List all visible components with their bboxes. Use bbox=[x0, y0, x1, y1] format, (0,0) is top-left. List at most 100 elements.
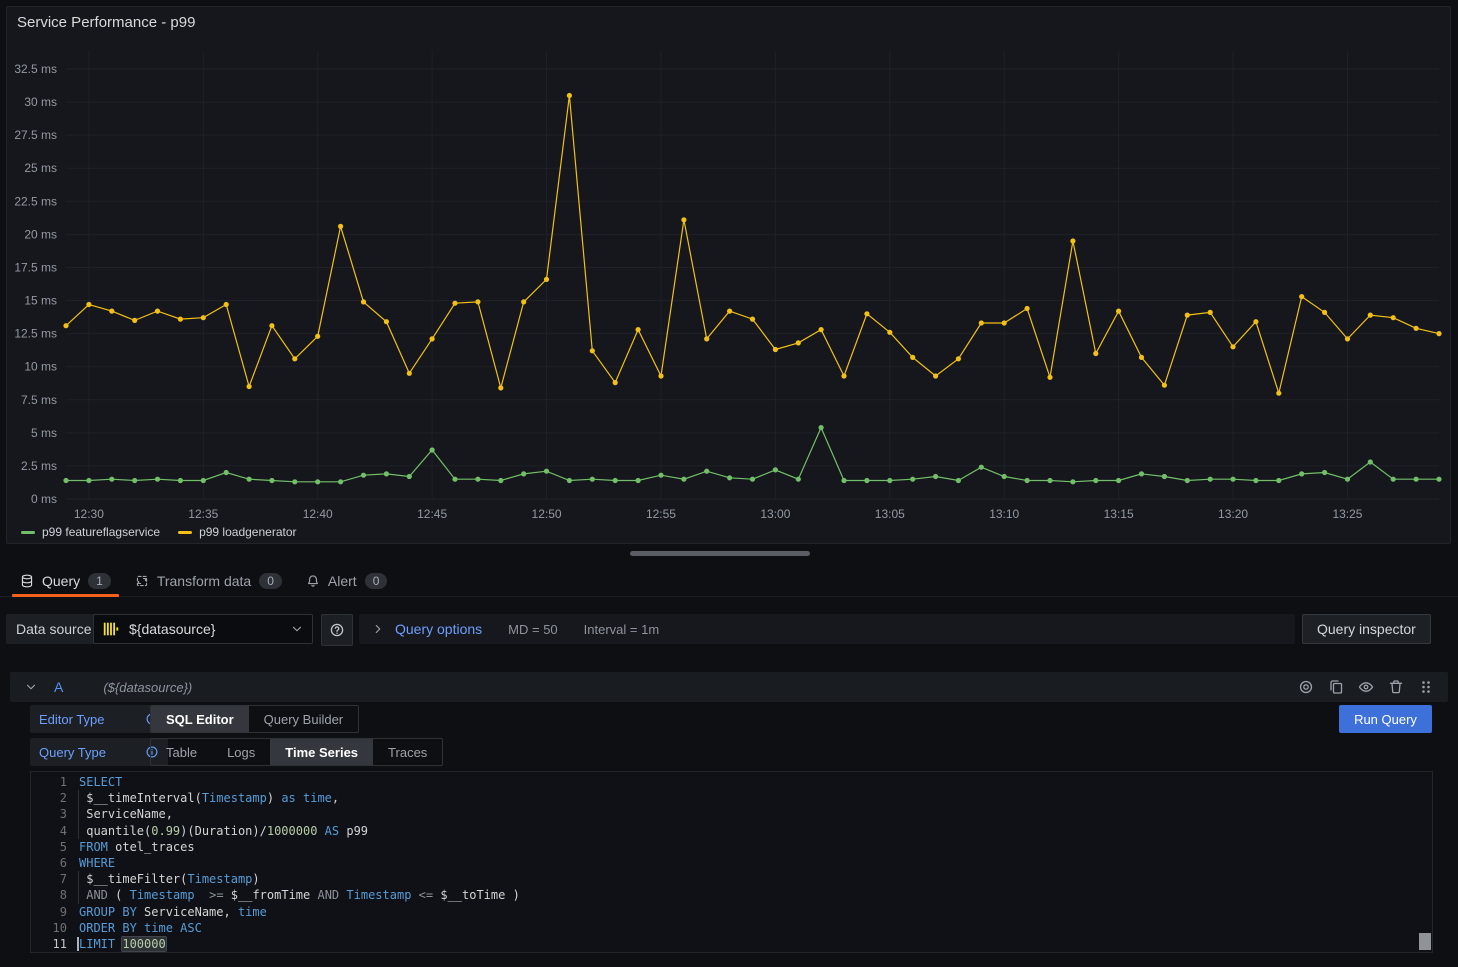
tab-alert[interactable]: Alert 0 bbox=[294, 566, 399, 596]
tab-transform-data[interactable]: Transform data0 bbox=[123, 566, 294, 596]
svg-text:13:10: 13:10 bbox=[989, 507, 1019, 521]
tab-query[interactable]: Query 1 bbox=[8, 566, 123, 596]
code-line-1[interactable]: 1SELECT bbox=[31, 774, 1432, 790]
query-options-header[interactable]: Query options MD = 50 Interval = 1m bbox=[359, 614, 1295, 644]
svg-text:13:25: 13:25 bbox=[1332, 507, 1362, 521]
query-options-link[interactable]: Query options bbox=[395, 621, 482, 637]
editor-type-label: Editor Type bbox=[39, 712, 105, 727]
code-line-7[interactable]: 7 $__timeFilter(Timestamp) bbox=[31, 871, 1432, 887]
tab-label: Alert bbox=[328, 573, 357, 589]
collapse-chevron-icon[interactable] bbox=[24, 680, 38, 694]
svg-text:12:55: 12:55 bbox=[646, 507, 676, 521]
chart-panel: Service Performance - p99 0 ms2.5 ms5 ms… bbox=[6, 6, 1451, 544]
query-options-interval: Interval = 1m bbox=[584, 622, 660, 637]
legend-series-name: p99 loadgenerator bbox=[199, 525, 296, 539]
line-number: 3 bbox=[31, 806, 67, 822]
panel-title[interactable]: Service Performance - p99 bbox=[17, 14, 195, 31]
datasource-help-button[interactable] bbox=[321, 614, 353, 646]
svg-text:27.5 ms: 27.5 ms bbox=[14, 128, 57, 142]
code-line-content: $__timeFilter(Timestamp) bbox=[79, 871, 260, 887]
line-number: 1 bbox=[31, 774, 67, 790]
line-number: 7 bbox=[31, 871, 67, 887]
active-tab-underline bbox=[12, 594, 119, 597]
code-line-2[interactable]: 2 $__timeInterval(Timestamp) as time, bbox=[31, 790, 1432, 806]
tab-count-badge: 1 bbox=[88, 573, 111, 589]
legend-item[interactable]: p99 loadgenerator bbox=[178, 525, 296, 539]
code-line-10[interactable]: 10 ORDER BY time ASC bbox=[31, 920, 1432, 936]
svg-text:20 ms: 20 ms bbox=[24, 227, 57, 241]
legend-series-color bbox=[21, 531, 35, 534]
record-icon[interactable] bbox=[1298, 679, 1314, 695]
line-number: 10 bbox=[31, 920, 67, 936]
code-line-11[interactable]: 11LIMIT 100000 bbox=[31, 936, 1432, 952]
data-source-value: ${datasource} bbox=[129, 621, 290, 637]
line-number: 8 bbox=[31, 887, 67, 903]
svg-text:2.5 ms: 2.5 ms bbox=[21, 459, 57, 473]
run-query-button[interactable]: Run Query bbox=[1339, 705, 1432, 733]
editor-type-query-builder[interactable]: Query Builder bbox=[249, 706, 358, 732]
svg-text:12:35: 12:35 bbox=[188, 507, 218, 521]
svg-text:12:40: 12:40 bbox=[303, 507, 333, 521]
line-number: 2 bbox=[31, 790, 67, 806]
query-datasource-hint: (${datasource}) bbox=[103, 680, 192, 695]
code-line-9[interactable]: 9 GROUP BY ServiceName, time bbox=[31, 904, 1432, 920]
code-line-content: WHERE bbox=[79, 855, 115, 871]
editor-scrollbar-thumb[interactable] bbox=[1419, 933, 1431, 950]
horizontal-scrollbar-thumb[interactable] bbox=[630, 551, 810, 556]
code-line-content: $__timeInterval(Timestamp) as time, bbox=[79, 790, 339, 806]
query-type-field: Query Type bbox=[30, 738, 168, 766]
code-line-content: FROM otel_traces bbox=[79, 839, 195, 855]
eye-icon[interactable] bbox=[1358, 679, 1374, 695]
query-ref-id: A bbox=[54, 679, 63, 695]
svg-text:15 ms: 15 ms bbox=[24, 294, 57, 308]
code-line-content: ServiceName, bbox=[79, 806, 173, 822]
query-type-time-series[interactable]: Time Series bbox=[270, 739, 373, 765]
svg-text:13:20: 13:20 bbox=[1218, 507, 1248, 521]
tab-count-badge: 0 bbox=[365, 573, 388, 589]
code-line-8[interactable]: 8 AND ( Timestamp >= $__fromTime AND Tim… bbox=[31, 887, 1432, 903]
copy-icon[interactable] bbox=[1328, 679, 1344, 695]
code-line-content: quantile(0.99)(Duration)/1000000 AS p99 bbox=[79, 823, 368, 839]
panel-editor-tabs: Query 1 Transform data0 Alert 0 bbox=[0, 566, 1458, 597]
svg-text:12.5 ms: 12.5 ms bbox=[14, 327, 57, 341]
svg-text:12:30: 12:30 bbox=[74, 507, 104, 521]
text-cursor bbox=[77, 937, 79, 951]
code-line-6[interactable]: 6 WHERE bbox=[31, 855, 1432, 871]
code-line-content: ORDER BY time ASC bbox=[79, 920, 202, 936]
sql-code-editor[interactable]: 1SELECT2 $__timeInterval(Timestamp) as t… bbox=[30, 771, 1433, 953]
data-source-picker[interactable]: ${datasource} bbox=[93, 614, 313, 644]
query-inspector-button[interactable]: Query inspector bbox=[1302, 614, 1431, 644]
query-type-toggle: TableLogsTime SeriesTraces bbox=[150, 738, 443, 766]
tab-label: Transform data bbox=[157, 573, 251, 589]
svg-text:25 ms: 25 ms bbox=[24, 161, 57, 175]
clickhouse-logo bbox=[102, 620, 120, 638]
grip-icon[interactable] bbox=[1418, 679, 1434, 695]
legend-series-color bbox=[178, 531, 192, 534]
query-type-logs[interactable]: Logs bbox=[212, 739, 270, 765]
query-type-traces[interactable]: Traces bbox=[373, 739, 442, 765]
svg-text:10 ms: 10 ms bbox=[24, 360, 57, 374]
query-options-md: MD = 50 bbox=[508, 622, 558, 637]
code-line-content: GROUP BY ServiceName, time bbox=[79, 904, 267, 920]
editor-type-toggle: SQL EditorQuery Builder bbox=[150, 705, 359, 733]
query-row-header[interactable]: A (${datasource}) bbox=[10, 672, 1448, 702]
svg-text:13:00: 13:00 bbox=[760, 507, 790, 521]
svg-text:13:15: 13:15 bbox=[1104, 507, 1134, 521]
question-circle-icon bbox=[329, 622, 345, 638]
editor-type-field: Editor Type bbox=[30, 705, 168, 733]
line-number: 5 bbox=[31, 839, 67, 855]
legend-series-name: p99 featureflagservice bbox=[42, 525, 160, 539]
trash-icon[interactable] bbox=[1388, 679, 1404, 695]
line-number: 11 bbox=[31, 936, 67, 952]
timeseries-chart[interactable]: 0 ms2.5 ms5 ms7.5 ms10 ms12.5 ms15 ms17.… bbox=[7, 7, 1450, 543]
tab-label: Query bbox=[42, 573, 80, 589]
query-type-table[interactable]: Table bbox=[151, 739, 212, 765]
line-number: 6 bbox=[31, 855, 67, 871]
code-line-content: AND ( Timestamp >= $__fromTime AND Times… bbox=[79, 887, 520, 903]
editor-type-sql-editor[interactable]: SQL Editor bbox=[151, 706, 249, 732]
line-number: 9 bbox=[31, 904, 67, 920]
code-line-5[interactable]: 5 FROM otel_traces bbox=[31, 839, 1432, 855]
legend-item[interactable]: p99 featureflagservice bbox=[21, 525, 160, 539]
code-line-4[interactable]: 4 quantile(0.99)(Duration)/1000000 AS p9… bbox=[31, 823, 1432, 839]
code-line-3[interactable]: 3 ServiceName, bbox=[31, 806, 1432, 822]
